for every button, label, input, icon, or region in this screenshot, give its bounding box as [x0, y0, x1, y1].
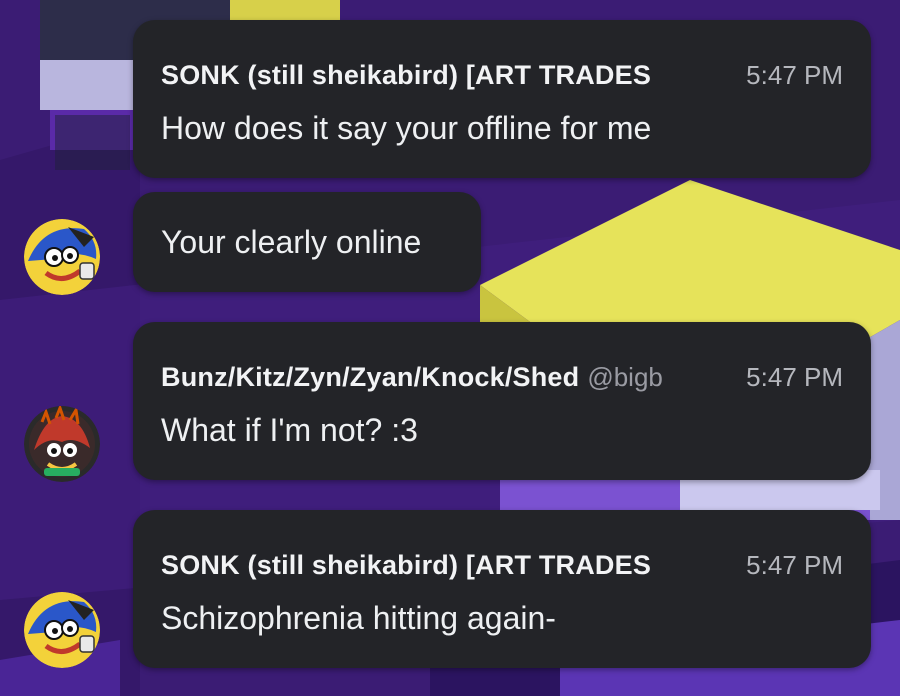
- message-timestamp: 5:47 PM: [746, 361, 843, 392]
- author-name[interactable]: SONK (still sheikabird) [ART TRADES: [161, 550, 651, 581]
- message-text: Schizophrenia hitting again-: [161, 600, 556, 636]
- sonic-character-avatar-icon[interactable]: [24, 219, 100, 295]
- sonic-character-avatar-icon[interactable]: [24, 592, 100, 668]
- message-text: How does it say your offline for me: [161, 110, 652, 146]
- message-timestamp: 5:47 PM: [746, 549, 843, 580]
- message-bubble[interactable]: Bunz/Kitz/Zyn/Zyan/Knock/Shed @bigb 5:47…: [133, 322, 871, 480]
- author-name[interactable]: SONK (still sheikabird) [ART TRADES: [161, 60, 651, 91]
- message-bubble[interactable]: SONK (still sheikabird) [ART TRADES 5:47…: [133, 20, 871, 178]
- message-text: What if I'm not? :3: [161, 412, 418, 448]
- author-name[interactable]: Bunz/Kitz/Zyn/Zyan/Knock/Shed: [161, 362, 579, 393]
- message-header: SONK (still sheikabird) [ART TRADES 5:47…: [161, 58, 843, 92]
- message-bubble[interactable]: Your clearly online: [133, 192, 481, 292]
- message-header: Bunz/Kitz/Zyn/Zyan/Knock/Shed @bigb 5:47…: [161, 360, 843, 394]
- author-handle[interactable]: @bigb: [587, 362, 663, 393]
- message-timestamp: 5:47 PM: [746, 59, 843, 90]
- message-bubble[interactable]: SONK (still sheikabird) [ART TRADES 5:47…: [133, 510, 871, 668]
- message-text: Your clearly online: [161, 224, 422, 260]
- message-header: SONK (still sheikabird) [ART TRADES 5:47…: [161, 548, 843, 582]
- knuckles-character-avatar-icon[interactable]: [24, 406, 100, 482]
